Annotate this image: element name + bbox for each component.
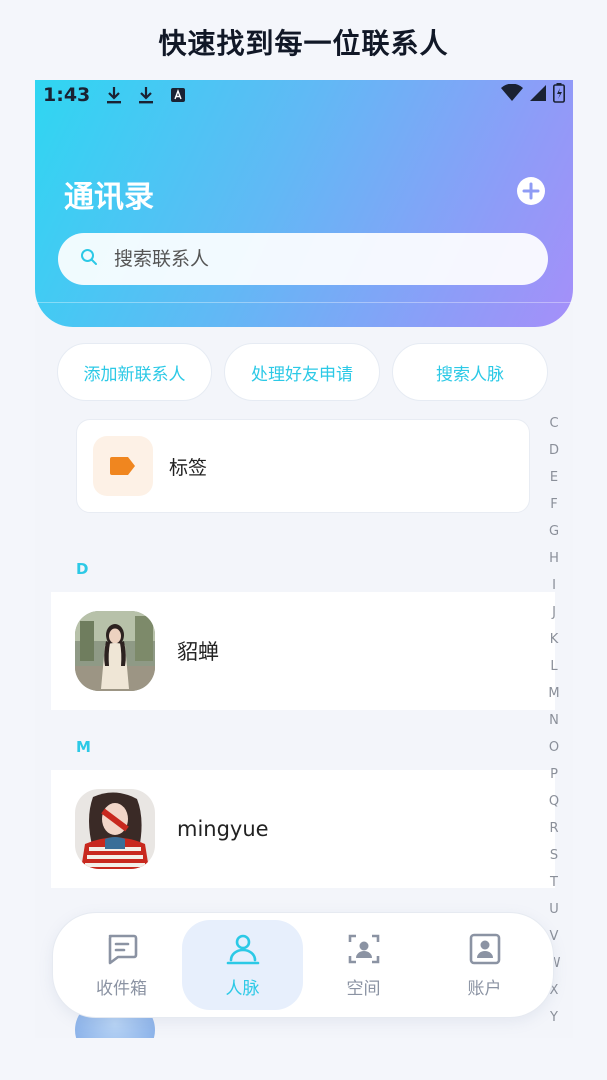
tag-icon [93,436,153,496]
battery-icon [553,83,565,107]
search-input[interactable] [114,248,494,270]
download-icon [106,86,122,104]
contact-name: mingyue [177,817,269,841]
index-letter[interactable]: U [545,896,563,923]
plus-circle-icon[interactable] [517,177,545,205]
download-icon [138,86,154,104]
section-header-m: M [76,738,91,756]
contacts-icon [226,932,260,966]
index-letter[interactable]: S [545,842,563,869]
keyboard-a-icon [170,86,186,104]
tab-label: 收件箱 [96,978,147,999]
index-letter[interactable]: K [545,626,563,653]
phone-screen: 1:43 通讯录 搜索联系人 添加新联系人 处理好友申请 搜索人脉 标签 D 貂… [35,80,573,1038]
index-letter[interactable]: R [545,815,563,842]
header-divider [35,302,573,303]
index-letter[interactable]: P [545,761,563,788]
avatar [75,789,155,869]
index-letter[interactable]: I [545,572,563,599]
status-bar: 1:43 [35,80,573,110]
page-headline: 快速找到每一位联系人 [158,27,449,60]
search-icon [80,248,98,270]
index-letter[interactable]: N [545,707,563,734]
tab-label: 人脉 [225,978,260,999]
add-contact-button[interactable]: 添加新联系人 [57,343,212,401]
index-letter[interactable]: M [545,680,563,707]
header-banner: 1:43 通讯录 [35,80,573,327]
space-scan-icon [347,932,381,966]
index-letter[interactable]: E [545,464,563,491]
contact-row[interactable]: 貂蝉 [51,592,555,710]
tab-label: 账户 [467,978,502,999]
tab-contacts[interactable]: 人脉 [182,920,303,1010]
message-icon [105,932,139,966]
tags-card[interactable]: 标签 [76,419,530,513]
search-bar[interactable] [58,233,548,285]
tab-account[interactable]: 账户 [424,920,545,1010]
index-letter[interactable]: T [545,869,563,896]
avatar [75,611,155,691]
tab-inbox[interactable]: 收件箱 [61,920,182,1010]
index-letter[interactable]: J [545,599,563,626]
page-title: 通讯录 [64,180,154,215]
index-letter[interactable]: F [545,491,563,518]
index-letter[interactable]: O [545,734,563,761]
index-letter[interactable]: Y [545,1004,563,1031]
index-letter[interactable]: G [545,518,563,545]
status-time: 1:43 [43,84,91,106]
tab-space[interactable]: 空间 [303,920,424,1010]
tags-label: 标签 [169,456,208,479]
quick-actions: 添加新联系人 处理好友申请 搜索人脉 [57,343,549,401]
index-letter[interactable]: Q [545,788,563,815]
friend-requests-button[interactable]: 处理好友申请 [224,343,380,401]
bottom-tab-bar: 收件箱 人脉 空间 账户 [52,912,554,1018]
index-letter[interactable]: L [545,653,563,680]
section-header-d: D [76,560,89,578]
index-letter[interactable]: H [545,545,563,572]
tab-label: 空间 [346,978,381,999]
index-letter[interactable]: D [545,437,563,464]
contact-name: 貂蝉 [177,640,219,664]
account-icon [468,932,502,966]
signal-icon [529,84,547,106]
wifi-icon [501,83,523,106]
search-network-button[interactable]: 搜索人脉 [392,343,548,401]
index-letter[interactable]: C [545,410,563,437]
contact-row[interactable]: mingyue [51,770,555,888]
index-letter[interactable]: Z [545,1031,563,1038]
